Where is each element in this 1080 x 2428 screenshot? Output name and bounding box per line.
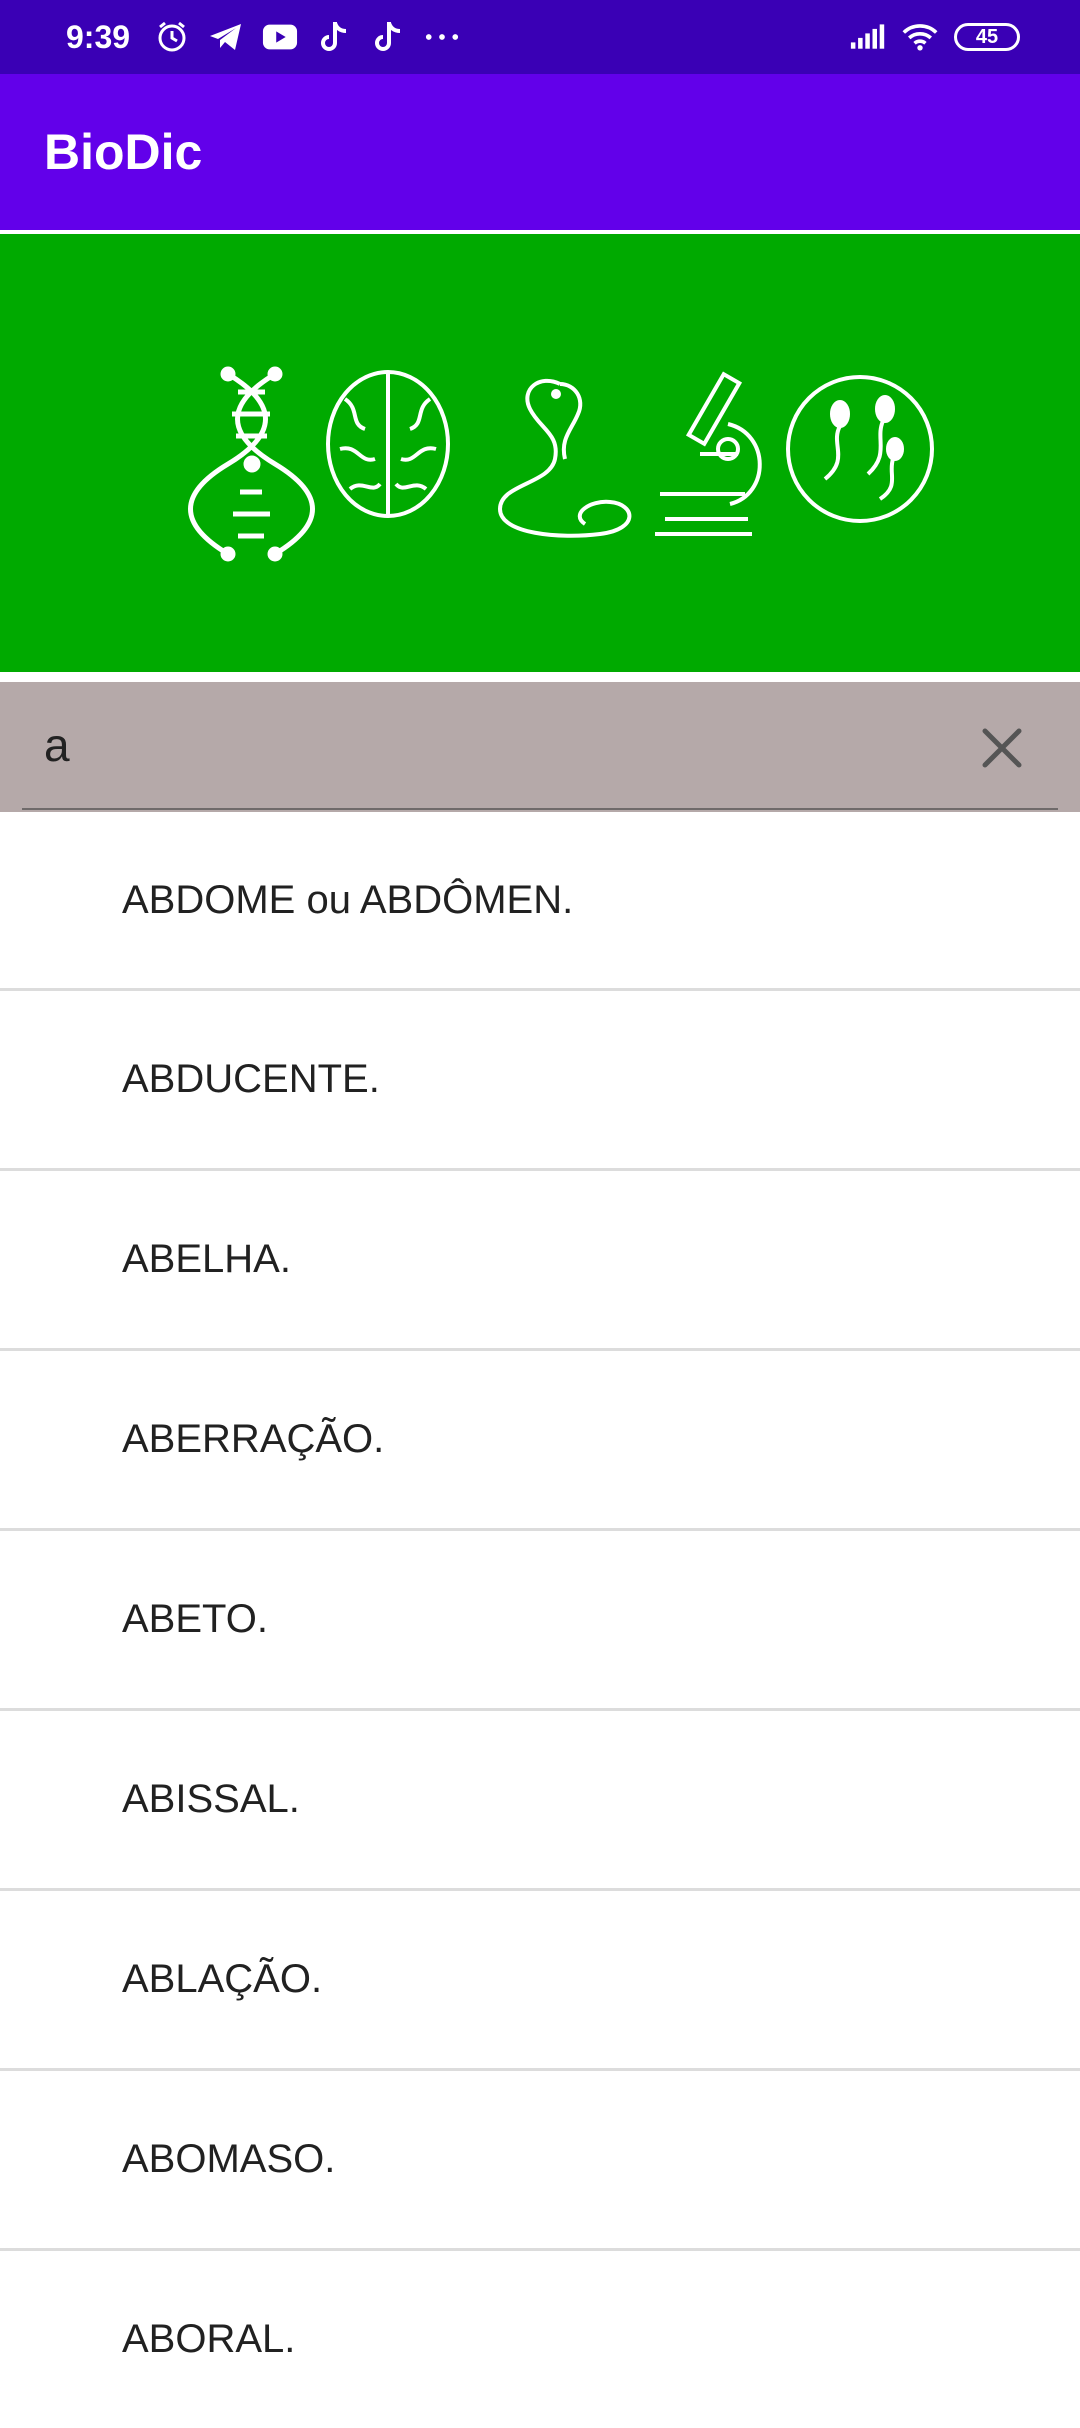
status-bar-left: 9:39 <box>66 19 460 56</box>
list-item[interactable]: ABOMASO. <box>0 2071 1080 2251</box>
search-input[interactable] <box>44 682 944 808</box>
youtube-icon <box>262 19 298 55</box>
clear-search-button[interactable] <box>972 718 1032 778</box>
list-item[interactable]: ABERRAÇÃO. <box>0 1351 1080 1531</box>
list-item[interactable]: ABDOME ou ABDÔMEN. <box>0 812 1080 991</box>
list-item[interactable]: ABLAÇÃO. <box>0 1891 1080 2071</box>
battery-icon: 45 <box>954 23 1020 51</box>
microscope-icon <box>655 371 762 536</box>
brain-icon <box>326 370 450 518</box>
signal-icon <box>850 19 886 55</box>
list-item-label: ABETO. <box>122 1597 268 1641</box>
list-item-label: ABERRAÇÃO. <box>122 1417 385 1461</box>
dna-icon <box>188 366 315 562</box>
wifi-icon <box>902 19 938 55</box>
list-item[interactable]: ABETO. <box>0 1531 1080 1711</box>
snake-icon <box>497 378 632 538</box>
search-underline <box>22 808 1058 810</box>
results-list: ABDOME ou ABDÔMEN. ABDUCENTE. ABELHA. AB… <box>0 812 1080 2428</box>
list-item[interactable]: ABELHA. <box>0 1171 1080 1351</box>
clock: 9:39 <box>66 18 131 55</box>
list-item-label: ABOMASO. <box>122 2137 336 2181</box>
list-item-label: ABDUCENTE. <box>122 1057 380 1101</box>
close-icon <box>982 728 1022 768</box>
list-item-label: ABISSAL. <box>122 1777 300 1821</box>
list-item[interactable]: ABISSAL. <box>0 1711 1080 1891</box>
list-item-label: ABLAÇÃO. <box>122 1957 323 2001</box>
alarm-icon <box>154 19 190 55</box>
telegram-icon <box>208 19 244 55</box>
divider <box>0 672 1080 682</box>
list-item-label: ABDOME ou ABDÔMEN. <box>122 877 574 922</box>
battery-level: 45 <box>975 25 999 48</box>
status-bar: 9:39 45 <box>0 0 1080 74</box>
more-dots-icon <box>424 19 460 55</box>
app-bar: BioDic <box>0 74 1080 230</box>
header-banner <box>0 234 1080 672</box>
tiktok-icon <box>370 19 406 55</box>
app-title: BioDic <box>44 124 203 180</box>
search-bar <box>0 682 1080 812</box>
sperm-cells-icon <box>786 375 934 523</box>
list-item-label: ABELHA. <box>122 1237 291 1281</box>
list-item[interactable]: ABDUCENTE. <box>0 991 1080 1171</box>
status-bar-right: 45 <box>850 19 1020 55</box>
tiktok-icon <box>316 19 352 55</box>
